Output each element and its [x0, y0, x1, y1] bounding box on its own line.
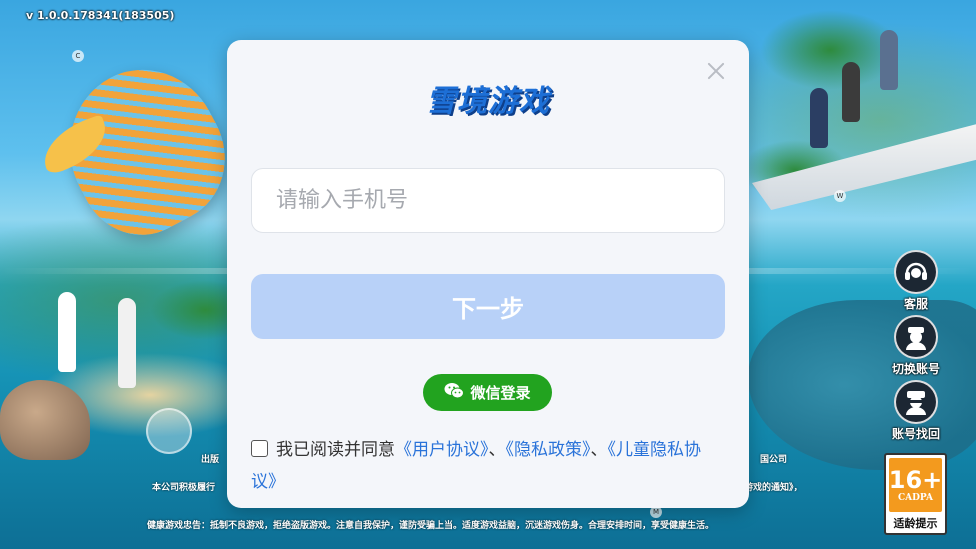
agreement-row: 我已阅读并同意《用户协议》、《隐私政策》、《儿童隐私协议》: [251, 434, 725, 498]
login-dialog: 雪境游戏 下一步 微信登录 我已阅读并同意《用户协议》、《隐私政策》、《儿童隐私…: [227, 40, 749, 508]
marker-icon: W: [834, 190, 846, 202]
next-step-button[interactable]: 下一步: [251, 274, 725, 339]
publisher-text: 出版: [201, 455, 220, 465]
switch-account-icon: [894, 315, 938, 359]
age-rating-top: 16+ CADPA: [889, 458, 942, 512]
notice-text-left: 本公司积极履行: [152, 483, 216, 493]
agreement-prefix: 我已阅读并同意: [276, 440, 395, 460]
angler-figure: [118, 298, 136, 388]
privacy-policy-link[interactable]: 《隐私政策》: [506, 440, 591, 460]
customer-service-button[interactable]: 客服: [881, 250, 951, 312]
angler-figure: [58, 292, 76, 372]
company-text: 国公司: [760, 455, 788, 465]
separator: 、: [488, 440, 506, 460]
phone-input[interactable]: [251, 168, 725, 233]
agreement-checkbox[interactable]: [251, 440, 268, 457]
angler-figure: [842, 62, 860, 122]
palm-tree: [760, 10, 900, 90]
wechat-login-button[interactable]: 微信登录: [423, 374, 552, 411]
age-rating-label: 适龄提示: [893, 517, 938, 530]
age-rating-badge[interactable]: 16+ CADPA 适龄提示: [884, 453, 947, 535]
customer-service-label: 客服: [903, 297, 928, 311]
brand-logo: 雪境游戏: [426, 84, 550, 119]
angler-figure: [810, 88, 828, 148]
version-label: v 1.0.0.178341(183505): [26, 9, 175, 22]
headset-icon: [894, 250, 938, 294]
health-notice: 健康游戏忠告：抵制不良游戏，拒绝盗版游戏。注意自我保护，谨防受骗上当。适度游戏益…: [147, 521, 715, 531]
separator: 、: [590, 440, 608, 460]
wechat-icon: [444, 382, 465, 403]
account-recovery-button[interactable]: 账号找回: [881, 380, 951, 442]
seal-illustration: [0, 380, 90, 460]
joystick-icon: [146, 408, 192, 454]
angler-figure: [880, 30, 898, 90]
account-recovery-icon: [894, 380, 938, 424]
wechat-login-label: 微信登录: [470, 384, 531, 402]
account-recovery-label: 账号找回: [891, 427, 940, 441]
switch-account-button[interactable]: 切换账号: [881, 315, 951, 377]
marker-icon: C: [72, 50, 84, 62]
switch-account-label: 切换账号: [891, 362, 940, 376]
age-rating-org: CADPA: [897, 493, 934, 503]
notice-text-right: 游戏的通知》，: [744, 483, 803, 493]
user-agreement-link[interactable]: 《用户协议》: [395, 440, 489, 460]
age-rating-number: 16+: [888, 466, 943, 494]
